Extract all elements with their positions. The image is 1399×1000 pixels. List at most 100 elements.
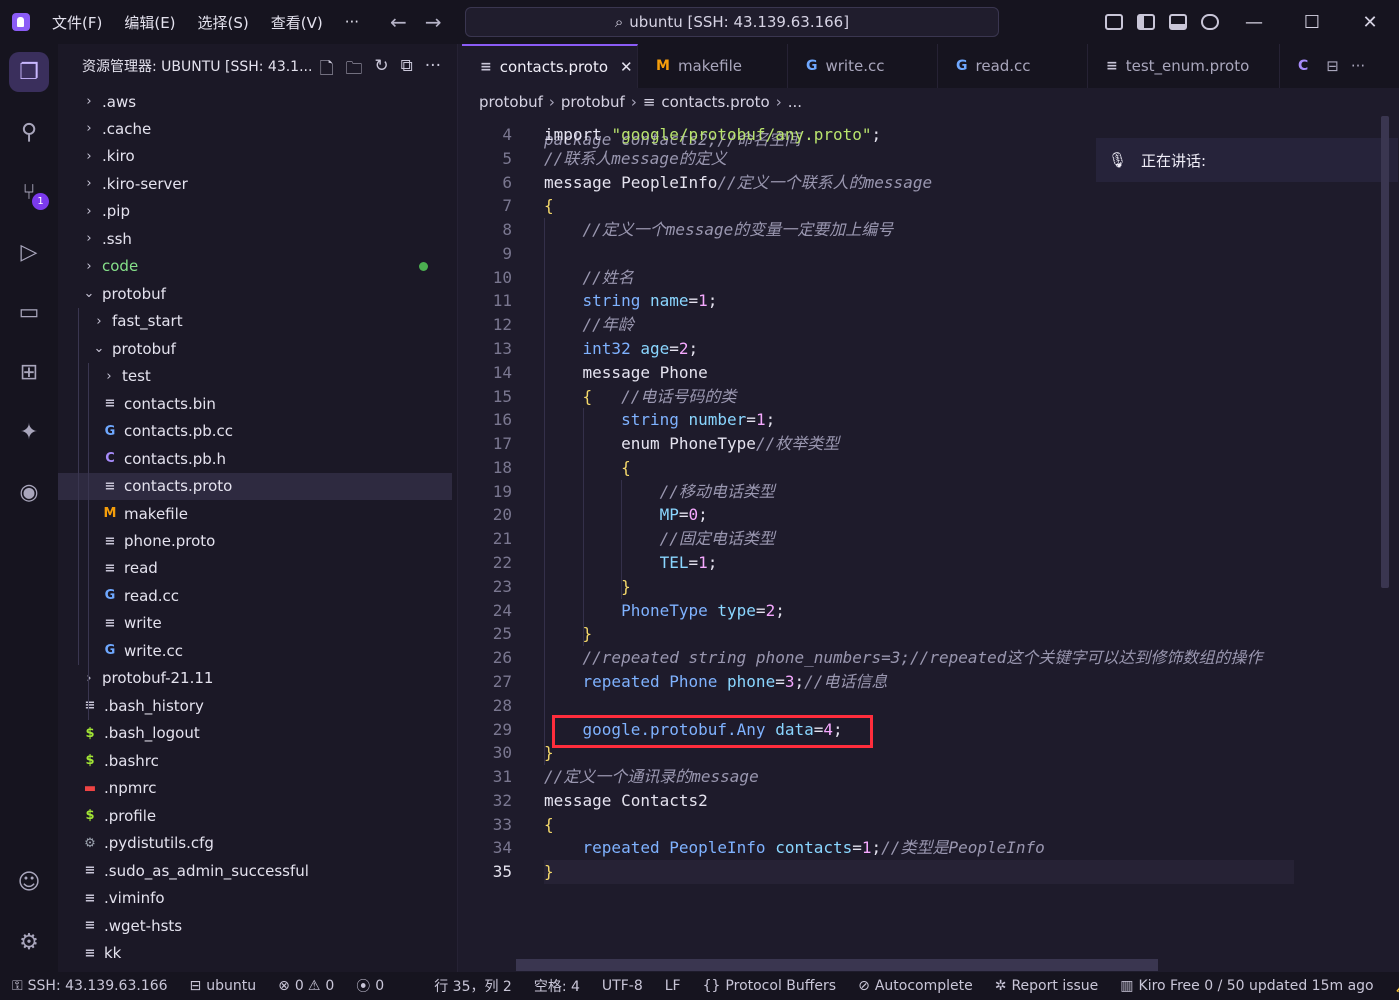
tree-folder[interactable]: › .kiro: [58, 143, 452, 170]
remote-explorer-icon[interactable]: ▭: [9, 292, 49, 332]
kiro-usage[interactable]: ▥ Kiro Free 0 / 50 updated 15m ago: [1120, 978, 1373, 994]
tree-file[interactable]: $ .bashrc: [58, 747, 452, 774]
tree-file[interactable]: ≡ .wget-hsts: [58, 912, 452, 939]
tree-file[interactable]: ▬ .npmrc: [58, 775, 452, 802]
tree-folder[interactable]: › test: [58, 363, 452, 390]
tree-file[interactable]: ≡ contacts.bin: [58, 390, 452, 417]
ghost-chat-icon[interactable]: ◉: [9, 472, 49, 512]
npm-file-icon: ▬: [83, 780, 97, 796]
code-token: ;: [794, 671, 805, 691]
toggle-panel-icon[interactable]: [1169, 14, 1187, 30]
notifications-icon[interactable]: 🔔: [1396, 978, 1399, 994]
editor-more-icon[interactable]: ···: [1351, 57, 1365, 75]
encoding[interactable]: UTF-8: [602, 978, 643, 994]
close-tab-icon[interactable]: ✕: [620, 58, 633, 76]
new-folder-icon[interactable]: 🗀: [345, 56, 362, 85]
search-icon[interactable]: ⚲: [9, 112, 49, 152]
tree-file[interactable]: ≡ kk: [58, 940, 452, 967]
new-file-icon[interactable]: 🗋: [320, 56, 334, 85]
tree-folder[interactable]: › .aws: [58, 88, 452, 115]
tab-contacts-proto[interactable]: ≡ contacts.proto ✕: [462, 44, 638, 88]
indentation[interactable]: 空格: 4: [534, 976, 580, 996]
tree-file[interactable]: $ .profile: [58, 802, 452, 829]
tree-file[interactable]: Gcontacts.pb.cc: [58, 418, 452, 445]
refresh-icon[interactable]: ↻: [374, 56, 388, 85]
split-editor-icon[interactable]: ⊟: [1326, 57, 1339, 75]
chevron-right-icon: ›: [86, 148, 92, 164]
tree-folder[interactable]: › .ssh: [58, 225, 452, 252]
menu-view[interactable]: 查看(V): [271, 12, 323, 33]
tree-file[interactable]: ⚙ .pydistutils.cfg: [58, 830, 452, 857]
report-issue[interactable]: ✲ Report issue: [995, 978, 1099, 994]
tree-file[interactable]: Mmakefile: [58, 500, 452, 527]
breadcrumb-item[interactable]: protobuf: [561, 93, 625, 111]
more-actions-icon[interactable]: ···: [425, 56, 441, 85]
cursor-position[interactable]: 行 35，列 2: [434, 976, 512, 996]
tree-file[interactable]: ≡ read: [58, 555, 452, 582]
forward-arrow-icon[interactable]: →: [425, 10, 442, 34]
tree-folder[interactable]: › .kiro-server: [58, 170, 452, 197]
ports-indicator[interactable]: ⦿ 0: [356, 976, 384, 996]
end-of-line[interactable]: LF: [665, 978, 681, 994]
code-text: string number=1;: [544, 408, 775, 432]
tab-read-cc[interactable]: Gread.cc: [938, 44, 1088, 88]
tree-folder[interactable]: › fast_start: [58, 308, 452, 335]
vertical-scrollbar[interactable]: [1381, 116, 1389, 588]
tree-file[interactable]: ≡ .viminfo: [58, 885, 452, 912]
explorer-icon[interactable]: ❐: [9, 52, 49, 92]
tree-folder[interactable]: › .pip: [58, 198, 452, 225]
menu-more[interactable]: ···: [345, 13, 359, 31]
tree-file[interactable]: ≡ .sudo_as_admin_successful: [58, 857, 452, 884]
tree-file[interactable]: Ccontacts.pb.h: [58, 445, 452, 472]
remote-indicator[interactable]: ⚿ SSH: 43.139.63.166: [12, 978, 168, 994]
menu-edit[interactable]: 编辑(E): [124, 12, 175, 33]
toggle-sidebar-icon[interactable]: [1137, 14, 1155, 30]
breadcrumb-item[interactable]: ...: [788, 93, 802, 111]
tab-overflow[interactable]: C ⊟ ···: [1280, 44, 1399, 88]
maximize-button[interactable]: ☐: [1283, 12, 1341, 33]
settings-gear-icon[interactable]: ⚙: [9, 922, 49, 962]
back-arrow-icon[interactable]: ←: [390, 10, 407, 34]
tab-write-cc[interactable]: Gwrite.cc: [788, 44, 938, 88]
workspace-indicator[interactable]: ⊟ ubuntu: [190, 978, 257, 994]
minimize-button[interactable]: —: [1225, 12, 1283, 33]
tree-file[interactable]: ≡ contacts.proto: [58, 472, 452, 500]
source-control-icon[interactable]: ⑂ 1: [9, 172, 49, 212]
tree-folder[interactable]: ⌄ protobuf: [58, 280, 452, 307]
code-token: repeated Phone: [544, 671, 728, 691]
layout-icon[interactable]: [1105, 14, 1123, 30]
run-debug-icon[interactable]: ▷: [9, 232, 49, 272]
line-number: 15: [492, 386, 512, 406]
tree-file[interactable]: ≡ write: [58, 610, 452, 637]
horizontal-scrollbar[interactable]: [516, 959, 1158, 971]
tab-makefile[interactable]: Mmakefile: [638, 44, 788, 88]
code-token: //定义一个通讯录的message: [544, 767, 759, 787]
extensions-icon[interactable]: ⊞: [9, 352, 49, 392]
tree-file[interactable]: ≡ .bash_history: [58, 692, 452, 719]
autocomplete-toggle[interactable]: ⊘ Autocomplete: [858, 978, 973, 994]
tree-folder[interactable]: › .cache: [58, 115, 452, 142]
breadcrumb-item[interactable]: protobuf: [479, 93, 543, 111]
breadcrumb-item[interactable]: contacts.proto: [661, 93, 769, 111]
tree-file[interactable]: ≡ phone.proto: [58, 528, 452, 555]
command-center-search[interactable]: ⌕ ubuntu [SSH: 43.139.63.166]: [465, 7, 999, 37]
collapse-all-icon[interactable]: ⧉: [401, 56, 413, 85]
chat-icon[interactable]: [1201, 14, 1219, 30]
problems-indicator[interactable]: ⊗ 0 ⚠ 0: [278, 978, 334, 994]
language-mode[interactable]: {} Protocol Buffers: [703, 978, 836, 994]
menu-selection[interactable]: 选择(S): [198, 12, 249, 33]
tree-file[interactable]: Gread.cc: [58, 582, 452, 609]
tab-test-enum-proto[interactable]: ≡ test_enum.proto: [1088, 44, 1280, 88]
code-token: //类型是PeopleInfo: [881, 838, 1045, 858]
close-window-button[interactable]: ✕: [1341, 12, 1399, 33]
tree-file[interactable]: $ .bash_logout: [58, 720, 452, 747]
tree-file[interactable]: Gwrite.cc: [58, 637, 452, 664]
tree-item-label: write: [124, 614, 162, 633]
tree-folder[interactable]: › protobuf-21.11: [58, 665, 452, 692]
account-icon[interactable]: ☺: [9, 862, 49, 902]
code-editor[interactable]: package contacts2;//命名空间 4 import "google…: [462, 116, 1399, 972]
tree-folder[interactable]: › code: [58, 253, 452, 280]
tree-folder[interactable]: ⌄ protobuf: [58, 335, 452, 362]
kiro-icon[interactable]: ✦: [9, 412, 49, 452]
menu-file[interactable]: 文件(F): [52, 12, 102, 33]
